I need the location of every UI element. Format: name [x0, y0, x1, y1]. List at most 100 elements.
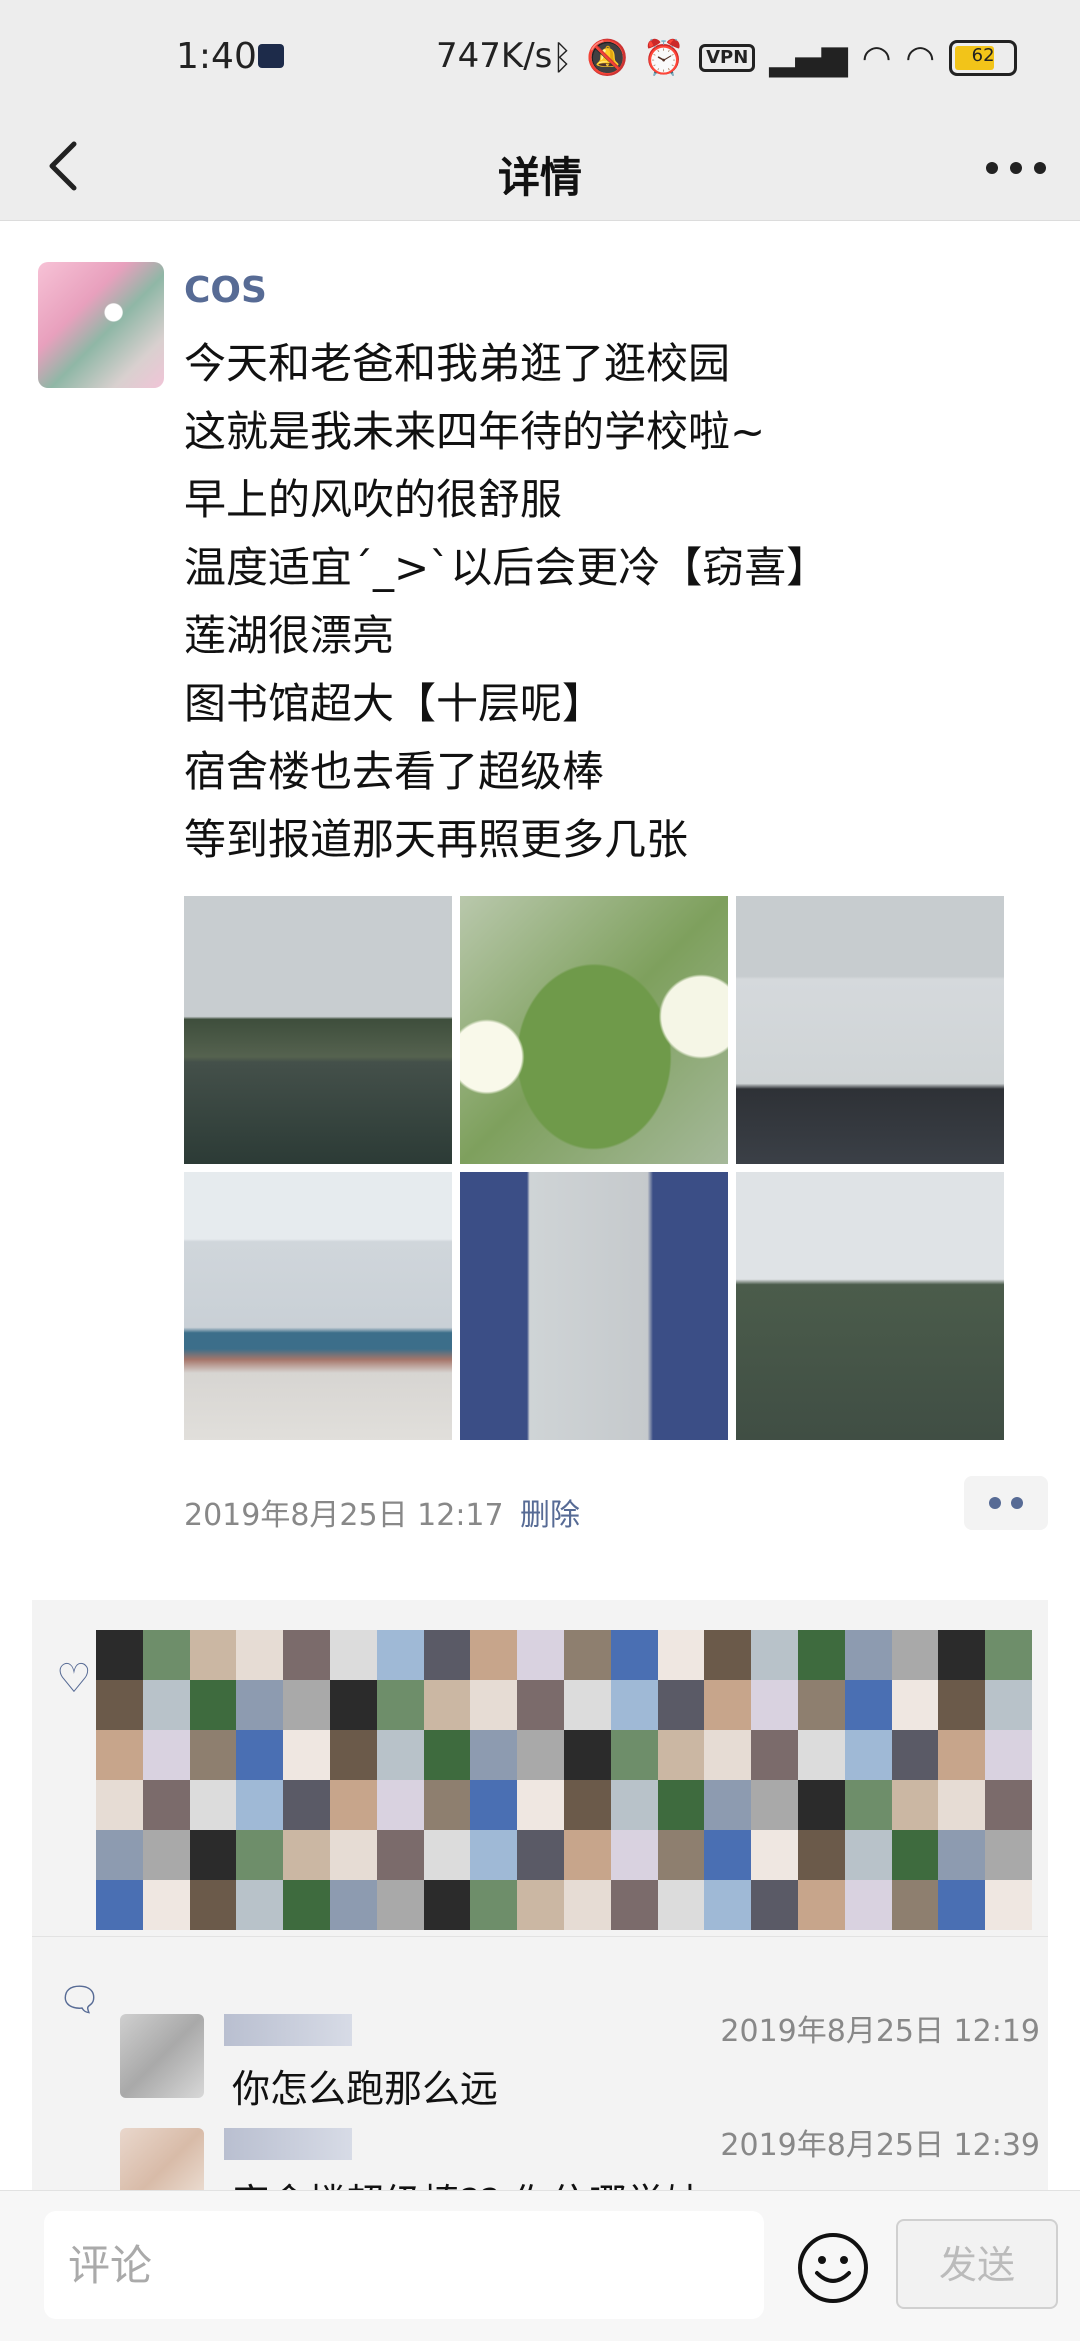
- avatar-mosaic-cell: [797, 1730, 845, 1780]
- avatar-mosaic-cell: [797, 1830, 845, 1880]
- avatar-mosaic-cell: [376, 1680, 424, 1730]
- avatar-mosaic-cell: [142, 1880, 190, 1930]
- avatar-mosaic-cell: [751, 1880, 798, 1930]
- avatar-mosaic-cell: [844, 1730, 892, 1780]
- author-name[interactable]: COS: [184, 270, 267, 311]
- library-entrance-photo[interactable]: [460, 1172, 728, 1440]
- avatar-mosaic-cell: [751, 1730, 798, 1780]
- post-text: 今天和老爸和我弟逛了逛校园 这就是我未来四年待的学校啦~ 早上的风吹的很舒服 温…: [184, 330, 1044, 874]
- avatar-mosaic-cell: [423, 1880, 471, 1930]
- avatar-mosaic-cell: [376, 1630, 424, 1680]
- avatar-mosaic-cell: [985, 1780, 1032, 1830]
- status-time: 1:40: [176, 36, 257, 77]
- avatar-mosaic-cell: [517, 1680, 564, 1730]
- commenter-name[interactable]: [224, 2128, 352, 2160]
- status-icons: ᛒ 🔕 ⏰ VPN ▂▄▆ ◠ ◠ 62: [552, 36, 1018, 80]
- avatar-mosaic-cell: [236, 1730, 284, 1780]
- avatar-mosaic-cell: [329, 1830, 377, 1880]
- avatar-mosaic-cell: [610, 1780, 658, 1830]
- avatar-mosaic-cell: [751, 1630, 798, 1680]
- avatar-mosaic-cell: [142, 1680, 190, 1730]
- library-photo[interactable]: [184, 1172, 452, 1440]
- avatar-mosaic-cell: [517, 1780, 564, 1830]
- avatar-mosaic-cell: [704, 1630, 752, 1680]
- liker-avatars-mosaic: [96, 1630, 1032, 1930]
- comment-time: 2019年8月25日 12:19: [720, 2014, 1040, 2049]
- avatar-mosaic-cell: [470, 1680, 518, 1730]
- page-title: 详情: [497, 153, 582, 202]
- comment-icon: 🗨: [58, 1980, 102, 2020]
- water-lily-photo[interactable]: [460, 896, 728, 1164]
- post-actions-button[interactable]: [964, 1476, 1048, 1530]
- comment-time: 2019年8月25日 12:39: [720, 2128, 1040, 2163]
- avatar-mosaic-cell: [657, 1680, 705, 1730]
- avatar-mosaic-cell: [329, 1630, 377, 1680]
- post-line: 早上的风吹的很舒服: [184, 475, 563, 524]
- avatar-mosaic-cell: [797, 1880, 845, 1930]
- avatar-mosaic-cell: [189, 1830, 237, 1880]
- comment-item[interactable]: 2019年8月25日 12:19 你怎么跑那么远: [120, 2006, 1040, 2126]
- avatar-mosaic-cell: [329, 1780, 377, 1830]
- comment-item[interactable]: 2019年8月25日 12:39 宿舍楼超级棒?? 你住哪学妹: [120, 2120, 1040, 2190]
- avatar-mosaic-cell: [283, 1830, 330, 1880]
- avatar-mosaic-cell: [423, 1730, 471, 1780]
- delete-link[interactable]: 删除: [520, 1490, 580, 1534]
- avatar-mosaic-cell: [563, 1730, 611, 1780]
- social-section: ♡ 🗨 2019年8月25日 12:19 你怎么跑那么远 2019年8月25日 …: [32, 1600, 1048, 2190]
- signal-icon: ▂▄▆: [769, 38, 848, 78]
- avatar-mosaic-cell: [142, 1830, 190, 1880]
- avatar-mosaic-cell: [844, 1680, 892, 1730]
- avatar-mosaic-cell: [142, 1780, 190, 1830]
- avatar-mosaic-cell: [704, 1780, 752, 1830]
- avatar-mosaic-cell: [96, 1780, 143, 1830]
- lake-view-photo[interactable]: [736, 1172, 1004, 1440]
- post-line: 莲湖很漂亮: [184, 611, 395, 660]
- avatar-mosaic-cell: [610, 1680, 658, 1730]
- avatar-mosaic-cell: [517, 1630, 564, 1680]
- avatar-mosaic-cell: [96, 1830, 143, 1880]
- building-photo[interactable]: [736, 896, 1004, 1164]
- avatar-mosaic-cell: [329, 1880, 377, 1930]
- post-timestamp: 2019年8月25日 12:17: [184, 1498, 504, 1533]
- commenter-avatar[interactable]: [120, 2128, 204, 2190]
- avatar-mosaic-cell: [610, 1830, 658, 1880]
- avatar-mosaic-cell: [283, 1680, 330, 1730]
- more-dots-icon[interactable]: [986, 148, 1046, 188]
- avatar-mosaic-cell: [891, 1830, 939, 1880]
- avatar-mosaic-cell: [844, 1830, 892, 1880]
- commenter-name[interactable]: [224, 2014, 352, 2046]
- avatar-mosaic-cell: [423, 1830, 471, 1880]
- avatar-mosaic-cell: [96, 1630, 143, 1680]
- avatar-mosaic-cell: [938, 1880, 986, 1930]
- avatar-mosaic-cell: [376, 1830, 424, 1880]
- comment-input[interactable]: [44, 2211, 764, 2319]
- avatar-mosaic-cell: [610, 1730, 658, 1780]
- emoji-icon[interactable]: [796, 2231, 870, 2305]
- avatar-mosaic-cell: [610, 1880, 658, 1930]
- avatar-mosaic-cell: [704, 1680, 752, 1730]
- comment-text: 宿舍楼超级棒?? 你住哪学妹: [232, 2172, 702, 2190]
- avatar-mosaic-cell: [142, 1630, 190, 1680]
- avatar-mosaic-cell: [517, 1880, 564, 1930]
- avatar-mosaic-cell: [797, 1680, 845, 1730]
- author-avatar[interactable]: [38, 262, 164, 388]
- heart-icon: ♡: [56, 1656, 92, 1702]
- alarm-icon: ⏰: [642, 38, 686, 78]
- avatar-mosaic-cell: [797, 1630, 845, 1680]
- avatar-mosaic-cell: [517, 1730, 564, 1780]
- avatar-mosaic-cell: [376, 1730, 424, 1780]
- post-line: 宿舍楼也去看了超级棒: [184, 747, 605, 796]
- lake-photo[interactable]: [184, 896, 452, 1164]
- nav-bar: 详情: [0, 120, 1080, 221]
- avatar-mosaic-cell: [142, 1730, 190, 1780]
- vpn-icon: VPN: [699, 44, 756, 72]
- send-button[interactable]: 发送: [896, 2219, 1058, 2309]
- comment-composer: 发送: [0, 2190, 1080, 2341]
- commenter-avatar[interactable]: [120, 2014, 204, 2098]
- avatar-mosaic-cell: [985, 1830, 1032, 1880]
- avatar-mosaic-cell: [844, 1880, 892, 1930]
- avatar-mosaic-cell: [891, 1630, 939, 1680]
- avatar-mosaic-cell: [517, 1830, 564, 1880]
- avatar-mosaic-cell: [470, 1630, 518, 1680]
- avatar-mosaic-cell: [189, 1730, 237, 1780]
